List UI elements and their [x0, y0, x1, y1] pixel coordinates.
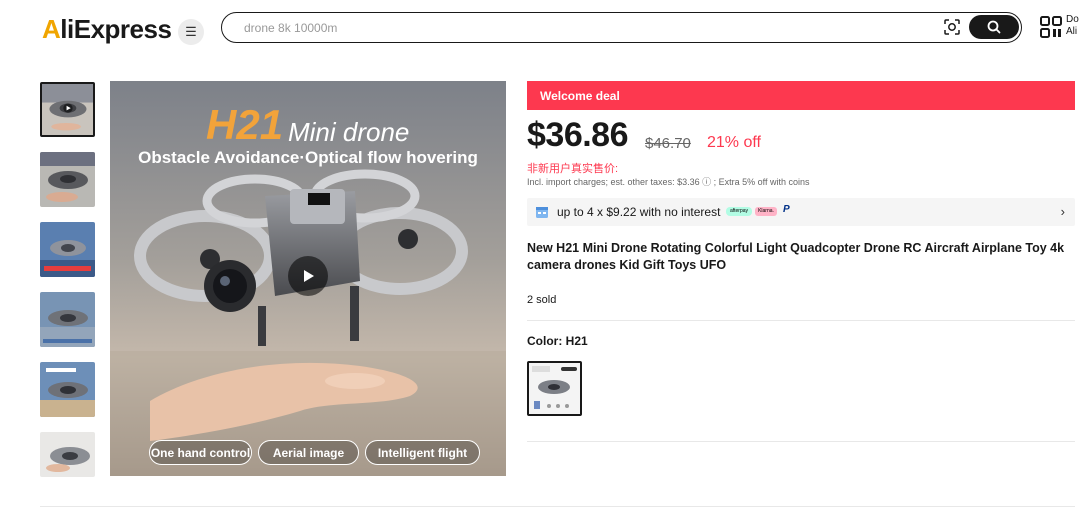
download-app-button[interactable] [1040, 16, 1062, 43]
search-button[interactable] [969, 15, 1019, 39]
image-search-button[interactable] [941, 17, 963, 37]
search-icon [987, 20, 1001, 34]
chevron-right-icon: › [1060, 204, 1065, 219]
image-title-h21: H21 [206, 101, 284, 148]
hamburger-icon: ☰ [185, 24, 197, 39]
feature-pill-intelligent: Intelligent flight [365, 440, 480, 465]
installment-row[interactable]: up to 4 x $9.22 with no interest afterpa… [527, 198, 1075, 226]
main-product-image[interactable]: H21 Mini drone Obstacle Avoidance·Optica… [110, 81, 506, 476]
thumbnail-drone-image [40, 362, 95, 417]
logo-rest: liExpress [60, 14, 172, 44]
download-app-text[interactable]: Do Ali [1066, 14, 1079, 38]
real-price-label: 非新用户真实售价: [527, 163, 619, 175]
current-price: $36.86 [527, 116, 629, 154]
thumbnail-drone-image [40, 222, 95, 277]
klarna-logo: Klarna. [755, 207, 777, 216]
discount-label: 21% off [707, 134, 761, 151]
logo-prefix: A [42, 14, 61, 44]
color-swatch-image [529, 363, 580, 414]
afterpay-logo: afterpay [726, 207, 752, 216]
thumbnail-drone-image [42, 84, 93, 135]
download-line-2: Ali [1066, 26, 1078, 37]
divider [527, 441, 1075, 442]
feature-pill-one-hand: One hand control [149, 440, 252, 465]
image-subtitle: Obstacle Avoidance·Optical flow hovering [138, 148, 478, 167]
thumbnail-1[interactable] [40, 82, 95, 137]
thumbnail-2[interactable] [40, 152, 95, 207]
download-line-1: Do [1066, 14, 1079, 25]
camera-scan-icon [944, 19, 960, 35]
calendar-icon [536, 207, 548, 218]
thumbnail-drone-image [40, 432, 95, 477]
play-video-button[interactable] [288, 256, 328, 296]
thumbnail-drone-image [40, 292, 95, 347]
menu-button[interactable]: ☰ [178, 19, 204, 45]
image-title-mini-drone: Mini drone [288, 117, 410, 147]
color-option-h21[interactable] [527, 361, 582, 416]
paypal-logo: P [783, 204, 790, 215]
feature-pill-aerial: Aerial image [258, 440, 359, 465]
divider [527, 320, 1075, 321]
product-title: New H21 Mini Drone Rotating Colorful Lig… [527, 241, 1065, 272]
thumbnail-drone-image [40, 152, 95, 207]
color-label: Color: H21 [527, 334, 588, 348]
play-icon [304, 270, 314, 282]
aliexpress-logo[interactable]: AliExpress [42, 14, 172, 45]
sold-count: 2 sold [527, 294, 557, 306]
qr-code-icon [1040, 16, 1062, 38]
tax-info[interactable]: Incl. import charges; est. other taxes: … [527, 175, 809, 188]
thumbnail-5[interactable] [40, 362, 95, 417]
welcome-deal-banner: Welcome deal [527, 81, 1075, 110]
search-input[interactable] [242, 18, 896, 38]
thumbnail-6[interactable] [40, 432, 95, 477]
installment-text: up to 4 x $9.22 with no interest [557, 205, 721, 219]
section-divider [40, 506, 1075, 507]
original-price: $46.70 [645, 135, 691, 152]
thumbnail-4[interactable] [40, 292, 95, 347]
search-bar [221, 12, 1022, 43]
thumbnail-3[interactable] [40, 222, 95, 277]
